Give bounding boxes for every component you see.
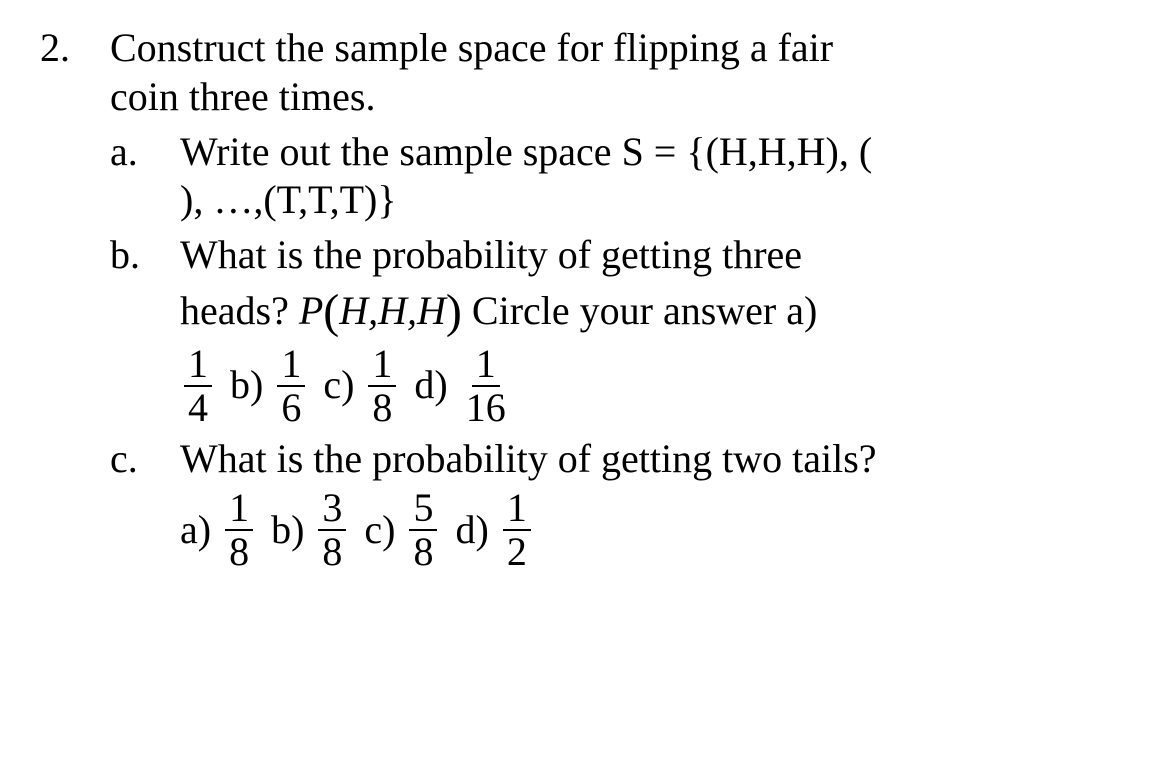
part-b-opt-b-label: b) — [230, 361, 263, 410]
part-b-line2: heads? P(H,H,H) Circle your answer a) — [180, 280, 1130, 339]
part-b-body: What is the probability of getting three… — [180, 231, 1130, 428]
part-b-options: 1 4 b) 1 6 c) 1 8 d) — [180, 343, 1130, 429]
frac-num: 3 — [318, 487, 346, 531]
problem-2: 2. Construct the sample space for flippi… — [40, 24, 1130, 573]
frac-den: 8 — [368, 387, 396, 429]
part-c-opt-c-label: c) — [364, 506, 395, 555]
part-c-body: What is the probability of getting two t… — [180, 435, 1130, 574]
frac-num: 1 — [277, 343, 305, 387]
frac-den: 16 — [462, 387, 510, 429]
frac-den: 2 — [503, 531, 531, 573]
part-a-line1: Write out the sample space S = {(H,H,H),… — [180, 128, 1130, 177]
problem-stem-line2: coin three times. — [110, 73, 1130, 122]
part-b-opt-b-frac: 1 6 — [277, 343, 305, 429]
problem-number: 2. — [40, 24, 110, 73]
frac-den: 8 — [409, 531, 437, 573]
part-c-opt-b-label: b) — [271, 506, 304, 555]
part-c-options: a) 1 8 b) 3 8 c) 5 8 — [180, 487, 1130, 573]
part-b-opt-c-label: c) — [323, 361, 354, 410]
part-b-opt-d-label: d) — [414, 361, 447, 410]
frac-num: 1 — [503, 487, 531, 531]
close-paren-icon: ) — [446, 285, 462, 338]
part-b-letter: b. — [110, 231, 180, 280]
frac-num: 1 — [225, 487, 253, 531]
part-b: b. What is the probability of getting th… — [110, 231, 1130, 428]
part-c: c. What is the probability of getting tw… — [110, 435, 1130, 574]
part-c-opt-b-frac: 3 8 — [318, 487, 346, 573]
frac-num: 1 — [472, 343, 500, 387]
part-a-letter: a. — [110, 128, 180, 177]
part-b-opt-d-frac: 1 16 — [462, 343, 510, 429]
frac-den: 8 — [225, 531, 253, 573]
part-c-opt-d-label: d) — [455, 506, 488, 555]
part-b-expr-args: H,H,H — [339, 288, 446, 333]
frac-den: 8 — [318, 531, 346, 573]
part-a-line2: ), …,(T,T,T)} — [180, 176, 1130, 225]
part-c-opt-c-frac: 5 8 — [409, 487, 437, 573]
frac-num: 5 — [409, 487, 437, 531]
open-paren-icon: ( — [323, 285, 339, 338]
part-b-line1: What is the probability of getting three — [180, 231, 1130, 280]
part-c-opt-d-frac: 1 2 — [503, 487, 531, 573]
frac-num: 1 — [368, 343, 396, 387]
part-c-opt-a-label: a) — [180, 506, 211, 555]
part-b-opt-c-frac: 1 8 — [368, 343, 396, 429]
page: 2. Construct the sample space for flippi… — [0, 0, 1170, 597]
part-b-expr-P: P — [299, 288, 323, 333]
part-b-line2-prefix: heads? — [180, 288, 299, 333]
part-c-line1: What is the probability of getting two t… — [180, 435, 1130, 484]
part-b-opt-a-frac: 1 4 — [184, 343, 212, 429]
part-a-body: Write out the sample space S = {(H,H,H),… — [180, 128, 1130, 226]
frac-den: 6 — [277, 387, 305, 429]
frac-num: 1 — [184, 343, 212, 387]
part-c-letter: c. — [110, 435, 180, 484]
part-b-line2-suffix: Circle your answer a) — [462, 288, 817, 333]
frac-den: 4 — [184, 387, 212, 429]
part-a: a. Write out the sample space S = {(H,H,… — [110, 128, 1130, 226]
problem-body: Construct the sample space for flipping … — [110, 24, 1130, 573]
part-c-opt-a-frac: 1 8 — [225, 487, 253, 573]
problem-stem-line1: Construct the sample space for flipping … — [110, 24, 1130, 73]
